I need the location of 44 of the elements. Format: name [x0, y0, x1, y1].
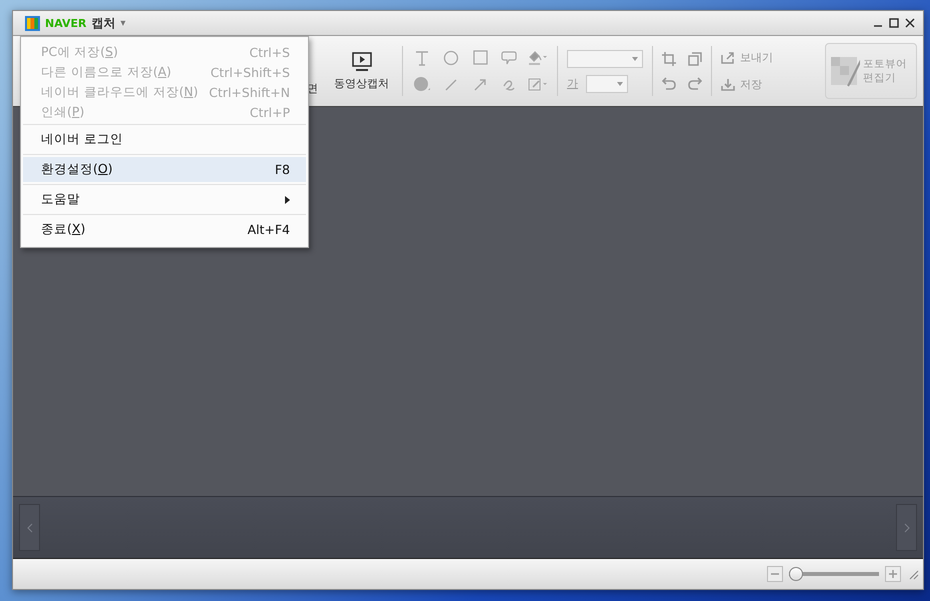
monitor-play-icon	[350, 52, 372, 72]
app-logo-icon	[25, 16, 40, 30]
redo-icon[interactable]	[688, 76, 702, 90]
resize-grip-icon[interactable]	[907, 568, 919, 580]
maximize-icon[interactable]	[889, 18, 899, 28]
download-icon	[721, 78, 735, 91]
brand-name: NAVER	[45, 16, 86, 30]
video-capture-button[interactable]: 동영상캡처	[330, 52, 393, 90]
numbered-marker-icon[interactable]	[413, 76, 431, 93]
undo-icon[interactable]	[662, 76, 676, 90]
font-combo[interactable]	[567, 50, 643, 68]
share-icon	[721, 51, 735, 64]
freehand-tool-icon[interactable]	[502, 78, 516, 92]
image-brush-icon	[830, 55, 860, 87]
plus-icon	[889, 570, 897, 578]
size-combo[interactable]	[586, 74, 628, 92]
text-tool-icon[interactable]	[415, 50, 429, 66]
dropdown-caret-icon	[617, 82, 623, 86]
pen-color-icon[interactable]	[528, 76, 548, 92]
crop-icon[interactable]	[662, 52, 676, 66]
ellipse-tool-icon[interactable]	[443, 50, 459, 66]
dropdown-caret-icon	[632, 56, 638, 60]
menu-item[interactable]: 네이버 로그인	[23, 127, 306, 152]
menu-item[interactable]: 종료(X) Alt+F4	[23, 217, 306, 242]
title-menu-caret[interactable]: ▾	[120, 18, 126, 28]
previous-button[interactable]	[19, 504, 40, 551]
zoom-slider-thumb[interactable]	[789, 567, 803, 581]
copy-icon[interactable]	[688, 52, 702, 66]
line-tool-icon[interactable]	[444, 78, 458, 92]
text-style-button[interactable]: 가	[567, 76, 578, 91]
speech-bubble-icon[interactable]	[501, 50, 517, 66]
close-icon[interactable]	[905, 18, 915, 28]
next-button[interactable]	[896, 504, 917, 551]
arrow-tool-icon[interactable]	[473, 78, 487, 92]
chevron-right-icon	[904, 522, 910, 532]
zoom-out-button[interactable]	[767, 566, 783, 582]
rectangle-tool-icon[interactable]	[472, 50, 488, 65]
window-title: 캡처	[91, 14, 116, 32]
zoom-in-button[interactable]	[885, 566, 901, 582]
menu-item[interactable]: 도움말	[23, 187, 306, 212]
menu-item[interactable]: 환경설정(O) F8	[23, 157, 306, 182]
fill-bucket-icon[interactable]	[528, 50, 548, 66]
chevron-left-icon	[26, 522, 32, 532]
submenu-arrow-icon	[285, 196, 290, 204]
